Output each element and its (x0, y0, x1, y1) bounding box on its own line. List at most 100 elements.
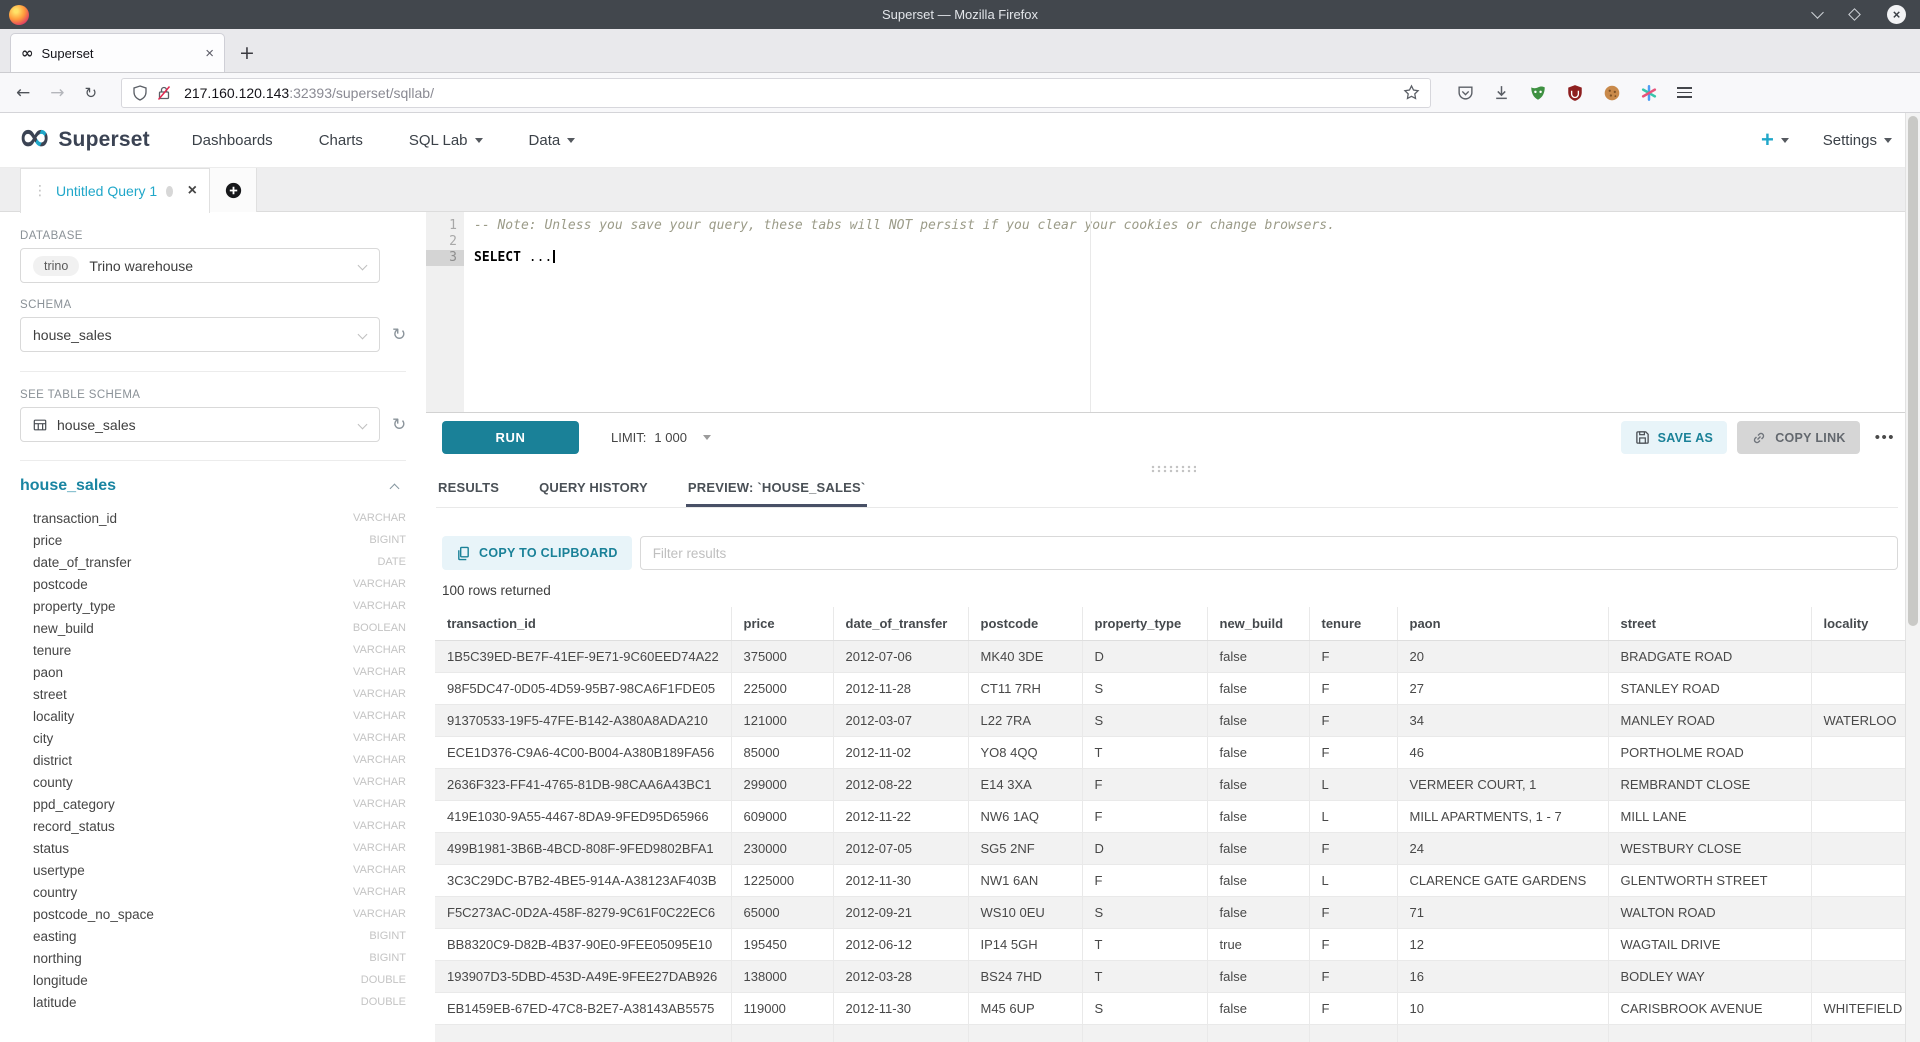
sql-editor[interactable]: 123 -- Note: Unless you save your query,… (426, 212, 1920, 412)
collapse-chevron-up-icon[interactable] (390, 484, 400, 494)
window-minimize-icon[interactable] (1811, 6, 1824, 19)
refresh-table-icon[interactable]: ↻ (392, 415, 406, 435)
schema-select[interactable]: house_sales (20, 317, 380, 352)
page-scrollbar[interactable] (1905, 113, 1920, 1042)
table-cell: 2012-08-22 (833, 768, 968, 800)
table-cell: 419E1030-9A55-4467-8DA9-9FED95D65966 (435, 800, 731, 832)
table-cell: 499B1981-3B6B-4BCD-808F-9FED9802BFA1 (435, 832, 731, 864)
code-line: -- Note: Unless you save your query, the… (474, 218, 1920, 234)
column-row[interactable]: longitudeDOUBLE (20, 969, 406, 991)
nav-item-dashboards[interactable]: Dashboards (192, 132, 273, 149)
copy-to-clipboard-button[interactable]: COPY TO CLIPBOARD (442, 536, 632, 570)
column-type: BIGINT (369, 930, 406, 942)
column-header-locality[interactable]: locality (1811, 607, 1920, 640)
nav-item-charts[interactable]: Charts (319, 132, 363, 149)
column-row[interactable]: localityVARCHAR (20, 705, 406, 727)
column-row[interactable]: priceBIGINT (20, 529, 406, 551)
column-header-paon[interactable]: paon (1397, 607, 1608, 640)
browser-tab[interactable]: ∞ Superset × (10, 33, 225, 72)
scrollbar-thumb[interactable] (1908, 116, 1918, 626)
column-row[interactable]: transaction_idVARCHAR (20, 507, 406, 529)
new-item-button[interactable]: + (1761, 129, 1789, 151)
save-as-button[interactable]: SAVE AS (1621, 421, 1728, 454)
copy-link-button[interactable]: COPY LINK (1737, 421, 1860, 454)
column-row[interactable]: eastingBIGINT (20, 925, 406, 947)
column-row[interactable]: countryVARCHAR (20, 881, 406, 903)
nav-item-sql-lab[interactable]: SQL Lab (409, 132, 483, 149)
result-tab-results[interactable]: RESULTS (436, 478, 501, 507)
back-icon[interactable]: ← (16, 83, 30, 103)
downloads-icon[interactable] (1493, 84, 1510, 101)
database-select[interactable]: trino Trino warehouse (20, 248, 380, 283)
url-text[interactable]: 217.160.120.143:32393/superset/sqllab/ (184, 85, 1395, 101)
column-header-date_of_transfer[interactable]: date_of_transfer (833, 607, 968, 640)
insecure-lock-icon[interactable] (156, 85, 172, 101)
column-header-street[interactable]: street (1608, 607, 1811, 640)
column-row[interactable]: cityVARCHAR (20, 727, 406, 749)
url-bar[interactable]: 217.160.120.143:32393/superset/sqllab/ (121, 78, 1431, 108)
reload-icon[interactable]: ↻ (85, 84, 98, 102)
add-query-tab-button[interactable] (210, 168, 257, 212)
tab-close-icon[interactable]: × (205, 46, 214, 61)
table-select[interactable]: house_sales (20, 407, 380, 442)
new-tab-button[interactable]: + (239, 44, 255, 63)
column-row[interactable]: record_statusVARCHAR (20, 815, 406, 837)
shield-permissions-icon[interactable] (132, 85, 148, 101)
filter-results-input[interactable] (640, 536, 1898, 570)
table-cell: 195450 (731, 928, 833, 960)
query-tab-close-icon[interactable]: × (188, 182, 197, 200)
table-cell: S (1082, 896, 1207, 928)
column-row[interactable]: postcodeVARCHAR (20, 573, 406, 595)
column-row[interactable]: countyVARCHAR (20, 771, 406, 793)
column-row[interactable]: streetVARCHAR (20, 683, 406, 705)
query-tab-active[interactable]: ⋮ Untitled Query 1 × (20, 168, 210, 213)
column-row[interactable]: northingBIGINT (20, 947, 406, 969)
extension-green-mask-icon[interactable] (1529, 84, 1547, 102)
table-schema-heading[interactable]: house_sales (20, 477, 116, 494)
table-cell: F (1309, 896, 1397, 928)
database-label: DATABASE (20, 230, 406, 242)
drag-handle-icon[interactable]: ⋮ (33, 183, 47, 199)
column-row[interactable]: latitudeDOUBLE (20, 991, 406, 1013)
more-options-button[interactable]: ••• (1875, 429, 1895, 446)
refresh-schema-icon[interactable]: ↻ (392, 325, 406, 345)
column-header-transaction_id[interactable]: transaction_id (435, 607, 731, 640)
database-type-badge: trino (33, 256, 79, 276)
code-line (474, 234, 1920, 250)
result-tab-query-history[interactable]: QUERY HISTORY (537, 478, 650, 507)
column-row[interactable]: ppd_categoryVARCHAR (20, 793, 406, 815)
menu-hamburger-icon[interactable] (1677, 84, 1692, 101)
window-maximize-icon[interactable] (1848, 8, 1861, 21)
pocket-icon[interactable] (1457, 84, 1474, 101)
column-header-tenure[interactable]: tenure (1309, 607, 1397, 640)
column-row[interactable]: districtVARCHAR (20, 749, 406, 771)
nav-item-data[interactable]: Data (529, 132, 576, 149)
column-header-property_type[interactable]: property_type (1082, 607, 1207, 640)
result-tab-preview-house-sales[interactable]: PREVIEW: `HOUSE_SALES` (686, 478, 868, 507)
column-row[interactable]: property_typeVARCHAR (20, 595, 406, 617)
column-row[interactable]: usertypeVARCHAR (20, 859, 406, 881)
column-header-postcode[interactable]: postcode (968, 607, 1082, 640)
column-row[interactable]: postcode_no_spaceVARCHAR (20, 903, 406, 925)
column-row[interactable]: date_of_transferDATE (20, 551, 406, 573)
column-row[interactable]: statusVARCHAR (20, 837, 406, 859)
column-header-new_build[interactable]: new_build (1207, 607, 1309, 640)
table-cell: 2012-11-22 (833, 800, 968, 832)
table-cell (1811, 864, 1920, 896)
run-button[interactable]: RUN (442, 421, 579, 454)
containers-extension-icon[interactable] (1640, 84, 1658, 102)
superset-brand[interactable]: ∞ Superset (18, 128, 150, 152)
sidebar-divider (20, 460, 406, 461)
editor-code-area[interactable]: -- Note: Unless you save your query, the… (464, 212, 1920, 412)
limit-control[interactable]: LIMIT: 1 000 (611, 430, 711, 445)
ublock-origin-icon[interactable] (1566, 84, 1584, 102)
column-row[interactable]: paonVARCHAR (20, 661, 406, 683)
pane-resizer[interactable] (426, 462, 1920, 476)
column-header-price[interactable]: price (731, 607, 833, 640)
column-row[interactable]: new_buildBOOLEAN (20, 617, 406, 639)
window-close-icon[interactable]: × (1887, 5, 1906, 24)
column-row[interactable]: tenureVARCHAR (20, 639, 406, 661)
settings-menu[interactable]: Settings (1823, 132, 1892, 149)
bookmark-star-icon[interactable] (1403, 84, 1420, 101)
cookie-extension-icon[interactable] (1603, 84, 1621, 102)
